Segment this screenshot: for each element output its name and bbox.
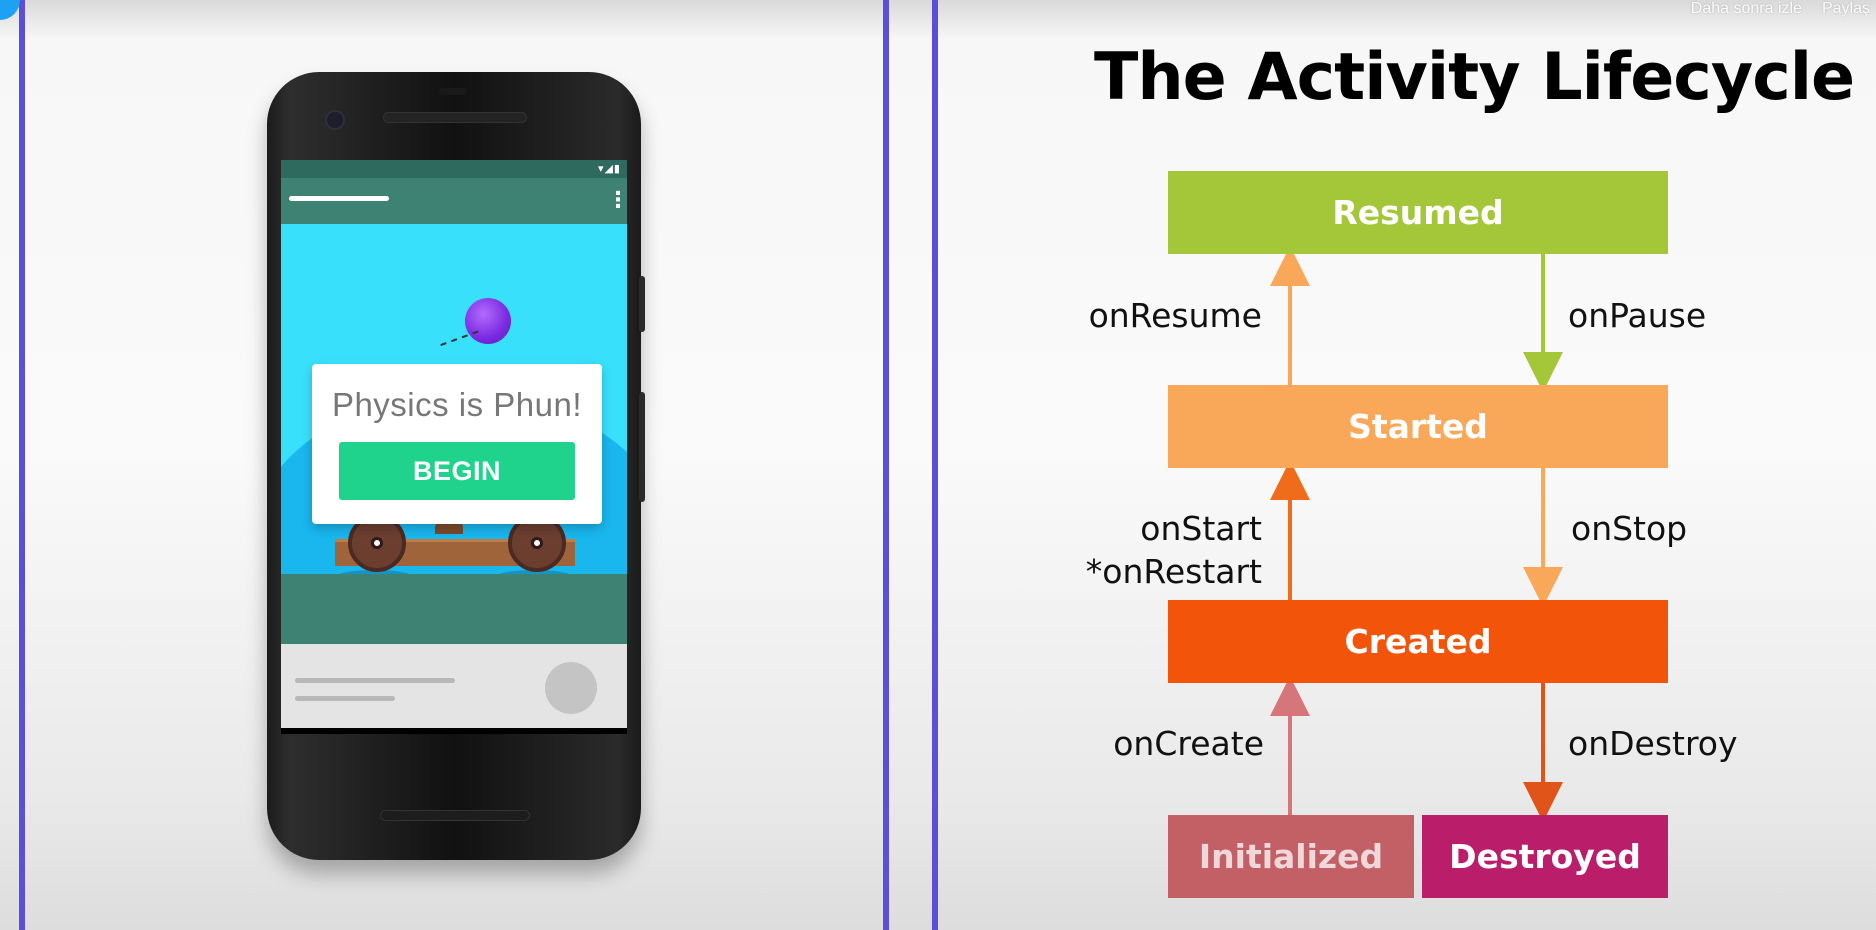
center-divider-right — [932, 0, 938, 930]
video-overlay-actions: Daha sonra izle Paylaş — [1691, 0, 1870, 18]
status-bar: ▾◢▮ — [281, 160, 627, 178]
callback-onpause: onPause — [1568, 296, 1707, 335]
card-text-line — [295, 696, 395, 701]
callback-ondestroy: onDestroy — [1568, 724, 1738, 763]
share-button[interactable]: Paylaş — [1822, 0, 1870, 18]
app-bar: ⋮ — [281, 178, 627, 224]
phone-speaker — [383, 112, 527, 123]
phone-screen: ▾◢▮ ⋮ Physics is Phun! BEGIN — [281, 160, 627, 734]
state-created: Created — [1168, 600, 1668, 683]
bottom-card — [281, 644, 627, 728]
left-divider — [19, 0, 25, 930]
dialog-title: Physics is Phun! — [331, 386, 583, 423]
overflow-menu-icon[interactable]: ⋮ — [607, 186, 627, 216]
callback-onstop: onStop — [1571, 509, 1688, 548]
state-started: Started — [1168, 385, 1668, 468]
state-resumed: Resumed — [1168, 171, 1668, 254]
state-initialized: Initialized — [1168, 815, 1414, 898]
status-icons: ▾◢▮ — [597, 162, 621, 175]
center-divider-left — [883, 0, 889, 930]
card-avatar — [545, 662, 597, 714]
slide-title: The Activity Lifecycle — [1094, 40, 1855, 115]
callback-onrestart: *onRestart — [1085, 552, 1262, 591]
phone-side-button — [639, 276, 645, 332]
game-scene: Physics is Phun! BEGIN — [281, 224, 627, 574]
callback-oncreate: onCreate — [1113, 724, 1264, 763]
android-nav-bar — [281, 728, 627, 734]
front-camera — [325, 110, 345, 130]
purple-ball — [465, 298, 511, 344]
ground-strip — [281, 574, 627, 644]
phone-top-slot — [439, 88, 467, 95]
callback-onresume: onResume — [1088, 296, 1262, 335]
start-dialog: Physics is Phun! BEGIN — [312, 364, 602, 524]
phone-illustration: ▾◢▮ ⋮ Physics is Phun! BEGIN — [267, 72, 645, 860]
begin-button[interactable]: BEGIN — [339, 442, 575, 500]
watch-later-button[interactable]: Daha sonra izle — [1691, 0, 1802, 18]
card-text-line — [295, 678, 455, 683]
phone-bottom-speaker — [380, 810, 530, 821]
phone-volume-button — [639, 392, 645, 502]
state-destroyed: Destroyed — [1422, 815, 1668, 898]
app-title-placeholder — [289, 196, 389, 201]
callback-onstart: onStart — [1140, 509, 1262, 548]
